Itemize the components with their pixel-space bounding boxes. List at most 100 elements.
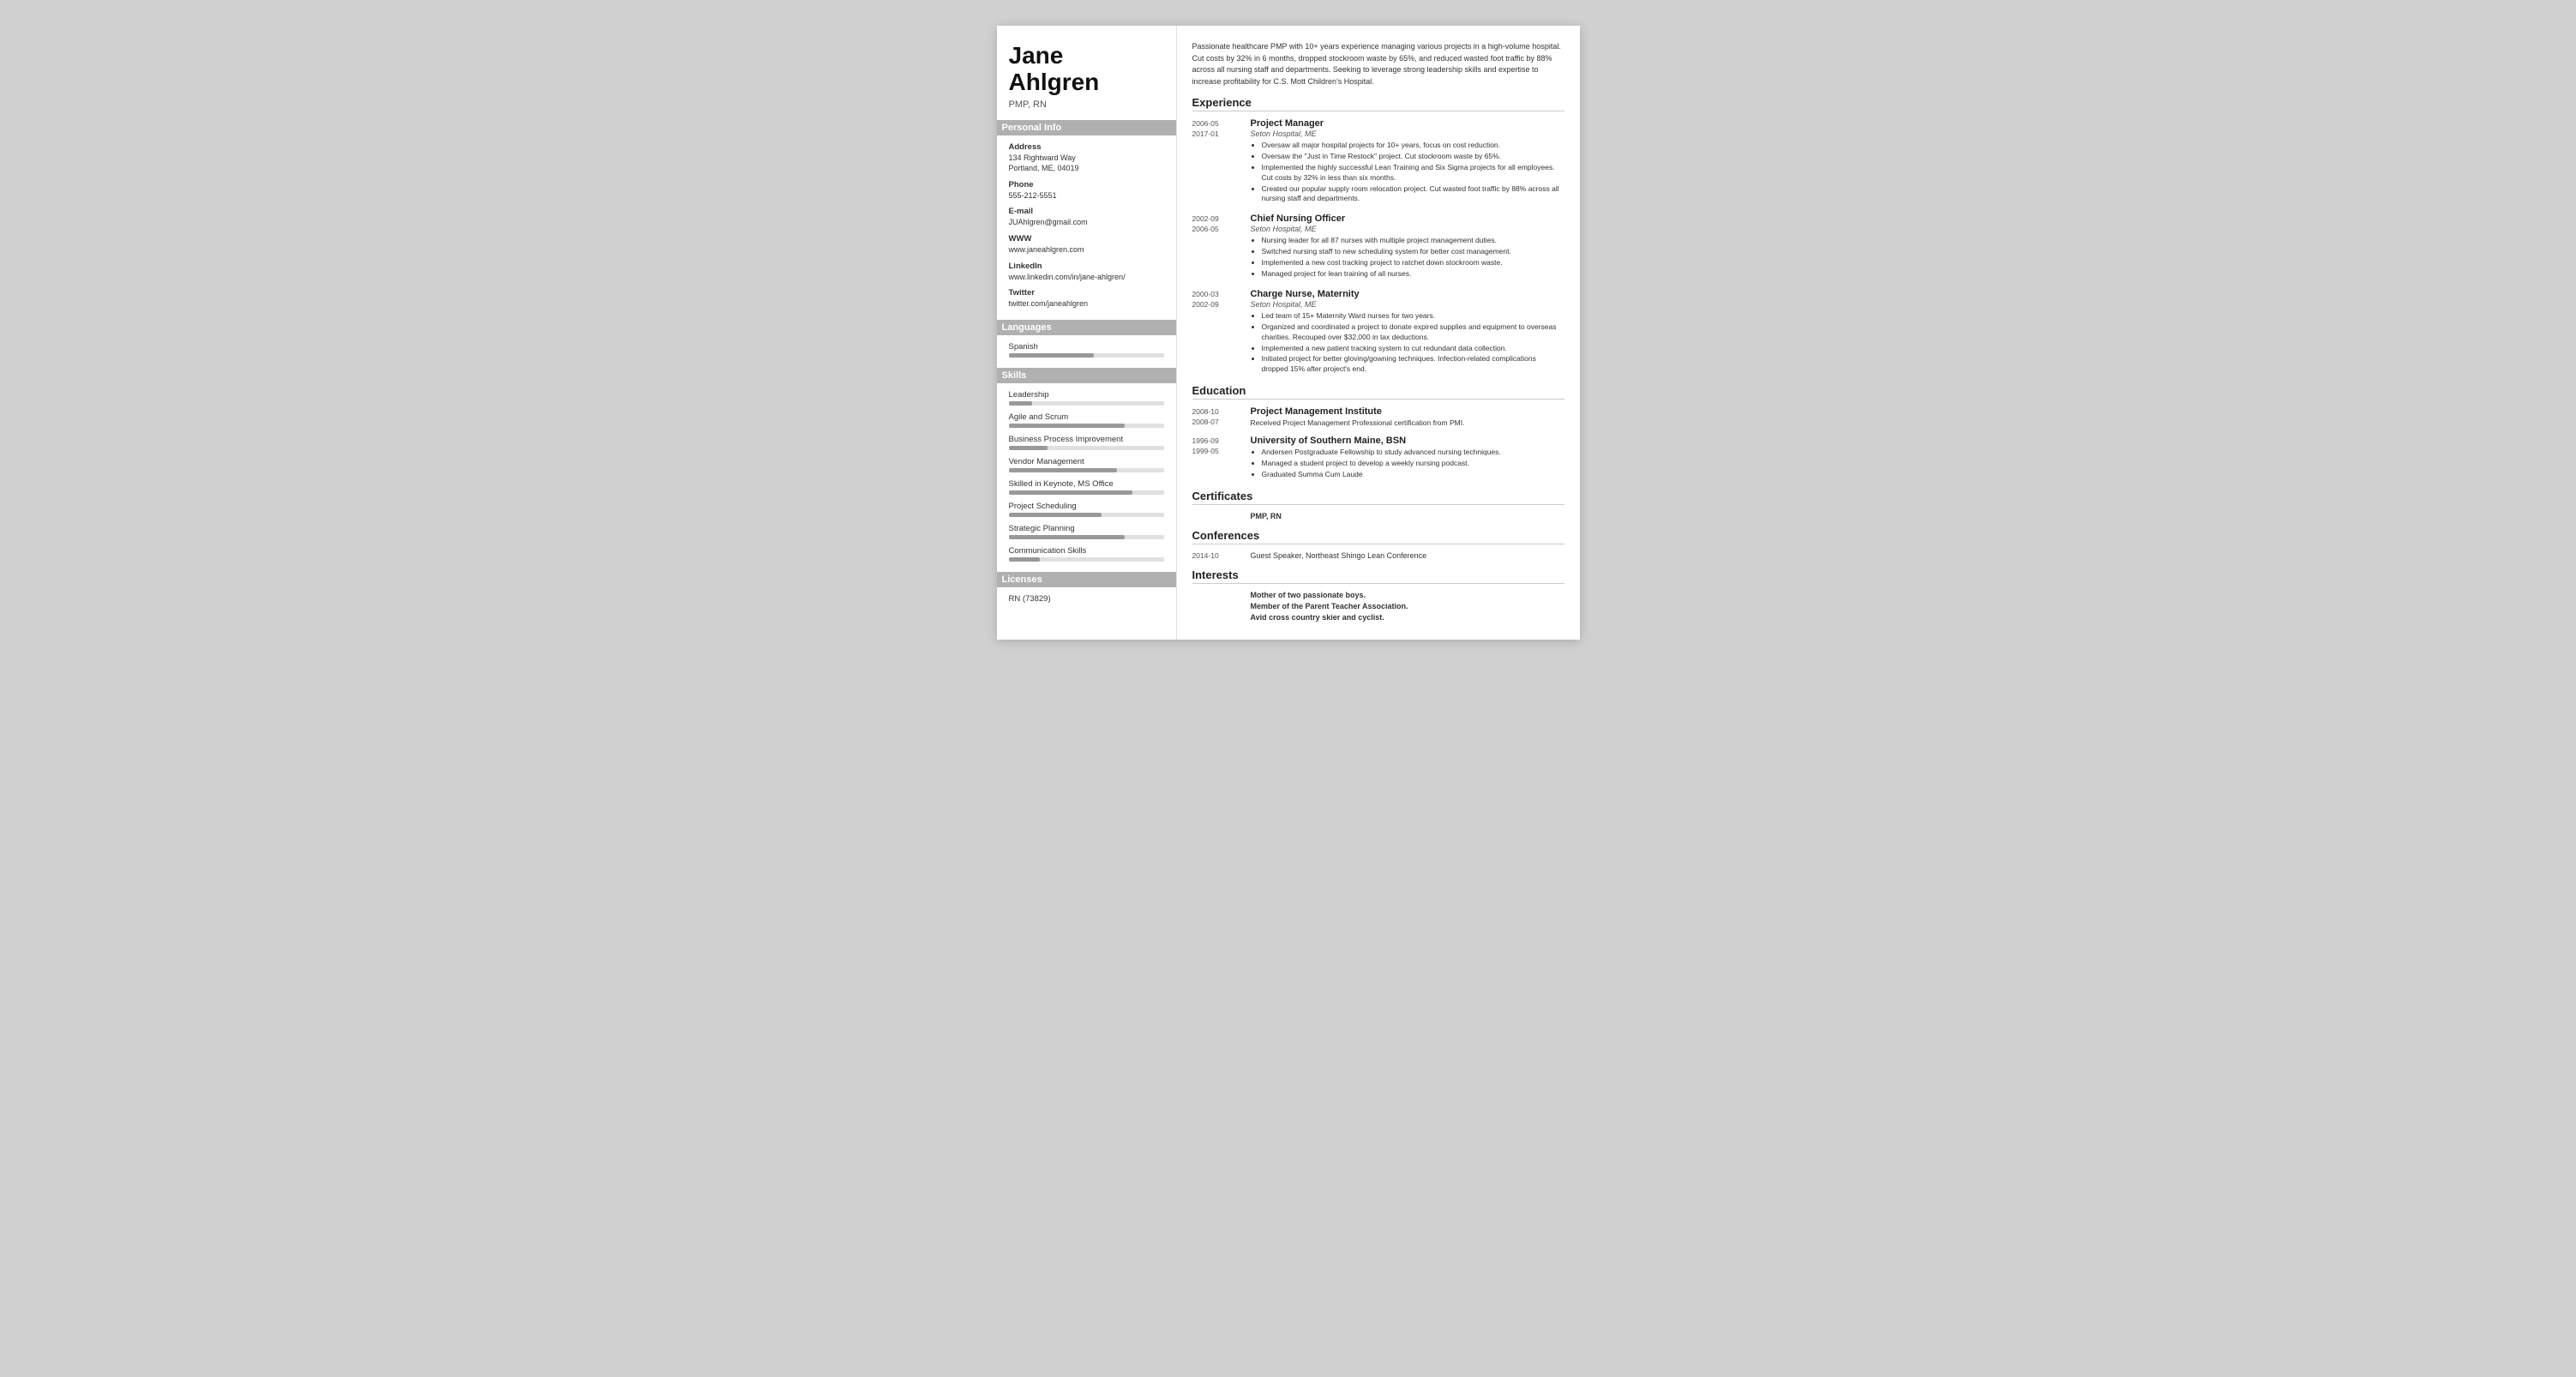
education-bullet: Graduated Summa Cum Laude (1262, 470, 1564, 480)
certificates-list: PMP, RN (1192, 512, 1564, 520)
interest-item: Avid cross country skier and cyclist. (1251, 613, 1564, 622)
interest-item: Member of the Parent Teacher Association… (1251, 602, 1564, 610)
skill-bar-fill (1009, 557, 1040, 562)
education-list: 2008-102008-07 Project Management Instit… (1192, 406, 1564, 481)
www-value: www.janeahlgren.com (1009, 244, 1164, 256)
skill-item: Business Process Improvement (1009, 435, 1164, 450)
experience-title: Chief Nursing Officer (1251, 213, 1564, 224)
name-block: Jane Ahlgren PMP, RN (1009, 43, 1164, 110)
conference-dates: 2014-10 (1192, 551, 1251, 560)
summary-text: Passionate healthcare PMP with 10+ years… (1192, 41, 1564, 87)
experience-bullet: Organized and coordinated a project to d… (1262, 322, 1564, 343)
licenses-list: RN (73829) (1009, 594, 1164, 604)
experience-bullet: Oversaw all major hospital projects for … (1262, 141, 1564, 151)
certificate-value: PMP, RN (1251, 512, 1282, 520)
experience-bullet: Implemented a new cost tracking project … (1262, 258, 1564, 268)
experience-bullet: Switched nursing staff to new scheduling… (1262, 247, 1564, 257)
skill-bar-fill (1009, 535, 1126, 539)
email-label: E-mail (1009, 207, 1164, 216)
experience-dates: 2002-092006-05 (1192, 213, 1251, 280)
skill-bar-fill (1009, 401, 1032, 406)
skill-bar-fill (1009, 468, 1118, 472)
phone-value: 555-212-5551 (1009, 190, 1164, 201)
experience-bullet: Implemented a new patient tracking syste… (1262, 344, 1564, 354)
experience-title: Charge Nurse, Maternity (1251, 289, 1564, 299)
skill-item: Leadership (1009, 390, 1164, 406)
credentials: PMP, RN (1009, 99, 1164, 110)
resume-container: Jane Ahlgren PMP, RN Personal Info Addre… (997, 26, 1580, 640)
experience-bullet: Nursing leader for all 87 nurses with mu… (1262, 236, 1564, 246)
left-column: Jane Ahlgren PMP, RN Personal Info Addre… (997, 26, 1177, 640)
experience-header: Experience (1192, 96, 1564, 111)
experience-bullet: Created our popular supply room relocati… (1262, 184, 1564, 205)
experience-bullet: Initiated project for better gloving/gow… (1262, 354, 1564, 375)
right-column: Passionate healthcare PMP with 10+ years… (1177, 26, 1580, 640)
education-header: Education (1192, 384, 1564, 400)
skill-name: Leadership (1009, 390, 1164, 400)
skill-name: Skilled in Keynote, MS Office (1009, 479, 1164, 489)
skill-bar-fill (1009, 446, 1048, 450)
skill-name: Communication Skills (1009, 546, 1164, 556)
interests-list: Mother of two passionate boys. Member of … (1192, 591, 1564, 622)
education-bullets: Andersen Postgraduate Fellowship to stud… (1251, 448, 1564, 480)
skill-bar-bg (1009, 401, 1164, 406)
conference-item: 2014-10 Guest Speaker, Northeast Shingo … (1192, 551, 1564, 560)
experience-item: 2006-052017-01 Project Manager Seton Hos… (1192, 118, 1564, 205)
languages-list: Spanish (1009, 342, 1164, 358)
experience-bullet: Managed project for lean training of all… (1262, 269, 1564, 280)
experience-company: Seton Hospital, ME (1251, 300, 1564, 309)
education-title: Project Management Institute (1251, 406, 1564, 417)
skill-name: Business Process Improvement (1009, 435, 1164, 444)
license-item: RN (73829) (1009, 594, 1164, 604)
education-bullet: Andersen Postgraduate Fellowship to stud… (1262, 448, 1564, 458)
skill-item: Agile and Scrum (1009, 412, 1164, 428)
email-value: JUAhlgren@gmail.com (1009, 217, 1164, 228)
conferences-header: Conferences (1192, 529, 1564, 544)
language-bar-bg (1009, 353, 1164, 358)
education-content: Project Management Institute Received Pr… (1251, 406, 1564, 429)
skill-name: Project Scheduling (1009, 502, 1164, 511)
skill-item: Communication Skills (1009, 546, 1164, 562)
skill-bar-bg (1009, 424, 1164, 428)
experience-list: 2006-052017-01 Project Manager Seton Hos… (1192, 118, 1564, 376)
experience-bullet: Oversaw the "Just in Time Restock" proje… (1262, 152, 1564, 162)
experience-dates: 2000-032002-09 (1192, 289, 1251, 376)
experience-bullets: Oversaw all major hospital projects for … (1251, 141, 1564, 204)
education-dates: 1996-091999-05 (1192, 436, 1251, 481)
last-name: Ahlgren (1009, 69, 1100, 95)
languages-header: Languages (997, 320, 1176, 335)
skill-name: Strategic Planning (1009, 524, 1164, 533)
phone-label: Phone (1009, 180, 1164, 189)
skill-item: Project Scheduling (1009, 502, 1164, 517)
skill-bar-bg (1009, 513, 1164, 517)
skill-item: Vendor Management (1009, 457, 1164, 472)
education-title: University of Southern Maine, BSN (1251, 436, 1564, 446)
experience-item: 2000-032002-09 Charge Nurse, Maternity S… (1192, 289, 1564, 376)
education-dates: 2008-102008-07 (1192, 406, 1251, 429)
conference-value: Guest Speaker, Northeast Shingo Lean Con… (1251, 551, 1427, 560)
skills-header: Skills (997, 368, 1176, 383)
address-value: 134 Rightward Way Portland, ME, 04019 (1009, 153, 1164, 174)
first-name: Jane (1009, 42, 1064, 69)
experience-company: Seton Hospital, ME (1251, 225, 1564, 233)
interest-item: Mother of two passionate boys. (1251, 591, 1564, 599)
experience-content: Chief Nursing Officer Seton Hospital, ME… (1251, 213, 1564, 280)
skill-bar-fill (1009, 490, 1133, 495)
linkedin-label: LinkedIn (1009, 262, 1164, 271)
certificate-item: PMP, RN (1192, 512, 1564, 520)
address-label: Address (1009, 142, 1164, 152)
skill-name: Agile and Scrum (1009, 412, 1164, 422)
language-name: Spanish (1009, 342, 1164, 352)
licenses-header: Licenses (997, 572, 1176, 587)
cert-spacer (1192, 512, 1251, 520)
education-content: University of Southern Maine, BSN Anders… (1251, 436, 1564, 481)
skill-bar-fill (1009, 513, 1102, 517)
education-item: 1996-091999-05 University of Southern Ma… (1192, 436, 1564, 481)
experience-bullet: Led team of 15+ Maternity Ward nurses fo… (1262, 311, 1564, 322)
personal-info-header: Personal Info (997, 120, 1176, 135)
education-item: 2008-102008-07 Project Management Instit… (1192, 406, 1564, 429)
interests-header: Interests (1192, 568, 1564, 584)
experience-title: Project Manager (1251, 118, 1564, 129)
skill-name: Vendor Management (1009, 457, 1164, 466)
skill-item: Strategic Planning (1009, 524, 1164, 539)
